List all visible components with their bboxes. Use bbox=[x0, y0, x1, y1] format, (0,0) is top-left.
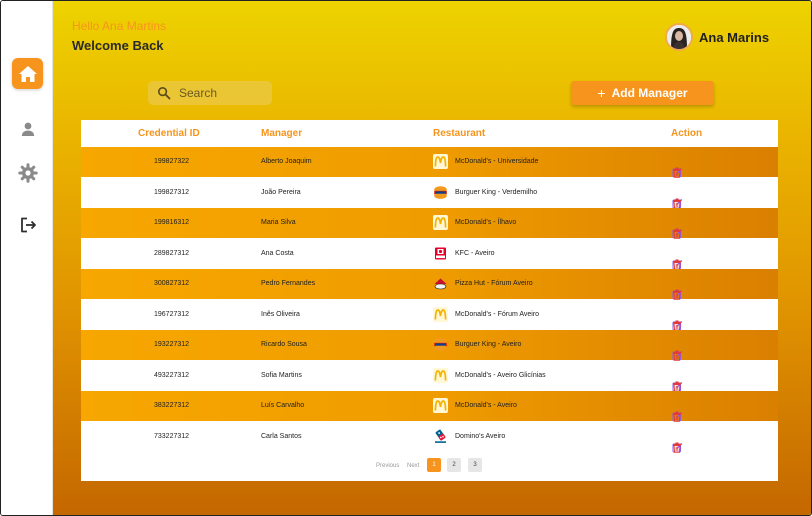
credential-id-cell: 196727312 bbox=[154, 310, 190, 318]
manager-cell: Pedro Fernandes bbox=[261, 280, 316, 287]
manager-cell: Alberto Joaquim bbox=[261, 158, 312, 165]
pagination-next[interactable]: Next bbox=[407, 463, 419, 469]
manager-cell: Carla Santos bbox=[261, 432, 302, 440]
add-manager-label: Add Manager bbox=[611, 86, 688, 100]
user-profile[interactable]: Ana Marins bbox=[665, 23, 769, 51]
main-area: Hello Ana Martins Welcome Back Ana Marin… bbox=[53, 1, 811, 515]
credential-id-cell: 199827312 bbox=[154, 188, 190, 196]
column-header-credential-id: Credential ID bbox=[138, 128, 200, 139]
credential-id-cell: 493227312 bbox=[154, 371, 190, 379]
pagination-page-3[interactable]: 3 bbox=[468, 458, 482, 472]
sidebar-item-settings[interactable] bbox=[12, 157, 43, 188]
restaurant-cell: Burguer King - Aveiro bbox=[455, 341, 522, 348]
restaurant-cell: Domino's Aveiro bbox=[455, 432, 506, 440]
credential-id-cell: 193227312 bbox=[154, 341, 190, 348]
logout-icon bbox=[20, 217, 36, 232]
restaurant-cell: Pizza Hut - Fórum Aveiro bbox=[455, 280, 533, 287]
restaurant-cell: McDonald's - Aveiro Glicínias bbox=[455, 371, 546, 379]
sidebar-item-home[interactable] bbox=[12, 58, 43, 89]
managers-table: Credential ID Manager Restaurant Action … bbox=[81, 120, 778, 481]
manager-cell: Ana Costa bbox=[261, 249, 294, 257]
restaurant-cell: McDonald's - Universidade bbox=[455, 158, 539, 165]
page-title: Welcome Back bbox=[72, 38, 164, 53]
greeting-text: Hello Ana Martins bbox=[72, 19, 167, 33]
mcdonalds-logo-icon bbox=[433, 154, 448, 169]
mcdonalds-logo-icon bbox=[433, 398, 448, 413]
manager-cell: Maria Silva bbox=[261, 219, 296, 226]
table-row: 199827312 João Pereira Burguer King - Verd… bbox=[81, 178, 778, 209]
burger-king-logo-icon bbox=[433, 337, 448, 352]
sidebar bbox=[1, 1, 53, 515]
sidebar-item-profile[interactable] bbox=[12, 113, 43, 144]
manager-cell: Ricardo Sousa bbox=[261, 341, 307, 348]
plus-icon: + bbox=[597, 85, 606, 101]
pagination: Previous Next 1 2 3 bbox=[81, 458, 778, 474]
credential-id-cell: 289827312 bbox=[154, 249, 190, 257]
restaurant-cell: McDonald's - Fórum Aveiro bbox=[455, 310, 540, 318]
search-input[interactable] bbox=[179, 86, 259, 100]
mcdonalds-logo-icon bbox=[433, 367, 448, 383]
pizza-hut-logo-icon bbox=[433, 276, 448, 291]
avatar[interactable] bbox=[665, 23, 693, 51]
user-name: Ana Marins bbox=[699, 29, 770, 45]
gear-icon bbox=[17, 162, 38, 183]
table-row: 196727312 Inês Oliveira McDonald's - Fórum… bbox=[81, 300, 778, 331]
table-row: 493227312 Sofia Martins McDonald's - Aveir… bbox=[81, 361, 778, 392]
manager-cell: Luís Carvalho bbox=[261, 402, 305, 409]
pagination-page-2[interactable]: 2 bbox=[447, 458, 461, 472]
table-header: Credential ID Manager Restaurant Action bbox=[81, 120, 778, 147]
table-row: 289827312 Ana Costa KFC - Aveiro bbox=[81, 239, 778, 270]
manager-cell: João Pereira bbox=[261, 188, 301, 196]
table-row: 199827322 Alberto Joaquim McDonald's - Uni… bbox=[81, 147, 778, 178]
manager-cell: Sofia Martins bbox=[261, 371, 302, 379]
restaurant-cell: McDonald's - Ílhavo bbox=[455, 219, 517, 226]
app-window: Hello Ana Martins Welcome Back Ana Marin… bbox=[0, 0, 812, 516]
mcdonalds-logo-icon bbox=[433, 306, 448, 322]
manager-cell: Inês Oliveira bbox=[261, 310, 300, 318]
mcdonalds-logo-icon bbox=[433, 215, 448, 230]
dominos-logo-icon bbox=[433, 429, 448, 444]
restaurant-cell: McDonald's - Aveiro bbox=[455, 402, 517, 409]
burger-king-logo-icon bbox=[433, 185, 448, 200]
table-row: 300827312 Pedro Fernandes Pizza Hut - Fóru… bbox=[81, 269, 778, 300]
sidebar-item-logout[interactable] bbox=[12, 209, 43, 240]
credential-id-cell: 199827322 bbox=[154, 158, 190, 165]
table-row: 733227312 Carla Santos Domino's Aveiro bbox=[81, 422, 778, 455]
pagination-page-1[interactable]: 1 bbox=[427, 458, 441, 472]
credential-id-cell: 199816312 bbox=[154, 219, 190, 226]
column-header-manager: Manager bbox=[261, 128, 303, 139]
pagination-previous[interactable]: Previous bbox=[376, 463, 399, 469]
home-icon bbox=[18, 65, 37, 82]
column-header-restaurant: Restaurant bbox=[433, 128, 486, 139]
table-row: 383227312 Luís Carvalho McDonald's - Aveir… bbox=[81, 391, 778, 422]
user-icon bbox=[21, 122, 34, 136]
add-manager-button[interactable]: + Add Manager bbox=[571, 81, 714, 105]
credential-id-cell: 300827312 bbox=[154, 280, 190, 287]
table-row: 193227312 Ricardo Sousa Burguer King - Ave… bbox=[81, 330, 778, 361]
delete-icon[interactable] bbox=[672, 442, 682, 455]
column-header-action: Action bbox=[671, 128, 703, 139]
kfc-logo-icon bbox=[433, 246, 448, 261]
restaurant-cell: KFC - Aveiro bbox=[455, 249, 495, 257]
restaurant-cell: Burguer King - Verdemilho bbox=[455, 188, 538, 196]
credential-id-cell: 733227312 bbox=[154, 432, 190, 440]
search-icon bbox=[157, 86, 171, 100]
credential-id-cell: 383227312 bbox=[154, 402, 190, 409]
search-box[interactable] bbox=[148, 81, 272, 105]
table-row: 199816312 Maria Silva McDonald's - Ílhavo bbox=[81, 208, 778, 239]
